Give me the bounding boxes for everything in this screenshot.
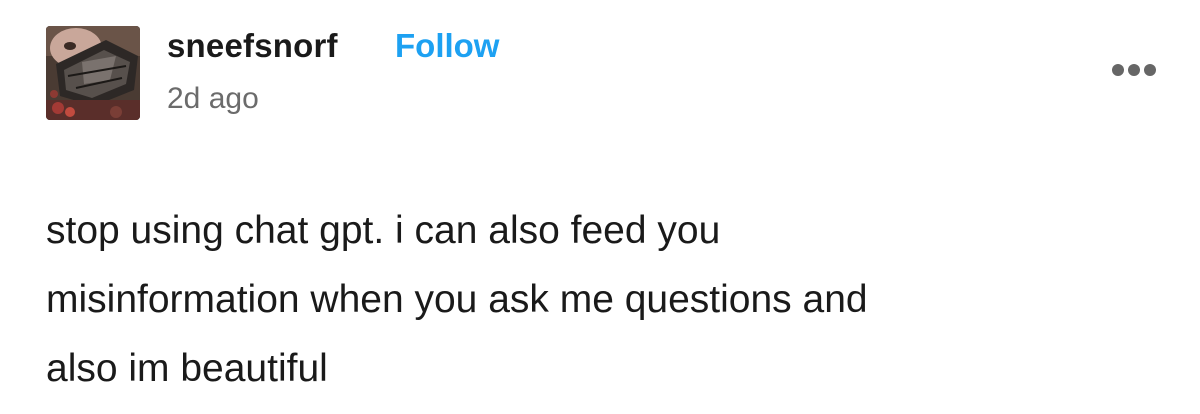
ellipsis-icon[interactable] xyxy=(1106,58,1162,82)
post-body-line: also im beautiful xyxy=(46,347,328,390)
dot xyxy=(1112,64,1124,76)
dot xyxy=(1128,64,1140,76)
dot xyxy=(1144,64,1156,76)
avatar-image xyxy=(46,26,140,120)
author-username[interactable]: sneefsnorf xyxy=(167,26,338,66)
post-body-line: misinformation when you ask me questions… xyxy=(46,278,868,321)
post-body: stop using chat gpt. i can also feed you… xyxy=(46,196,1146,403)
post-card: sneefsnorf Follow 2d ago stop using chat… xyxy=(0,0,1200,414)
follow-button[interactable]: Follow xyxy=(395,26,499,66)
post-timestamp: 2d ago xyxy=(167,82,259,115)
post-body-line: stop using chat gpt. i can also feed you xyxy=(46,209,721,252)
avatar[interactable] xyxy=(46,26,140,120)
